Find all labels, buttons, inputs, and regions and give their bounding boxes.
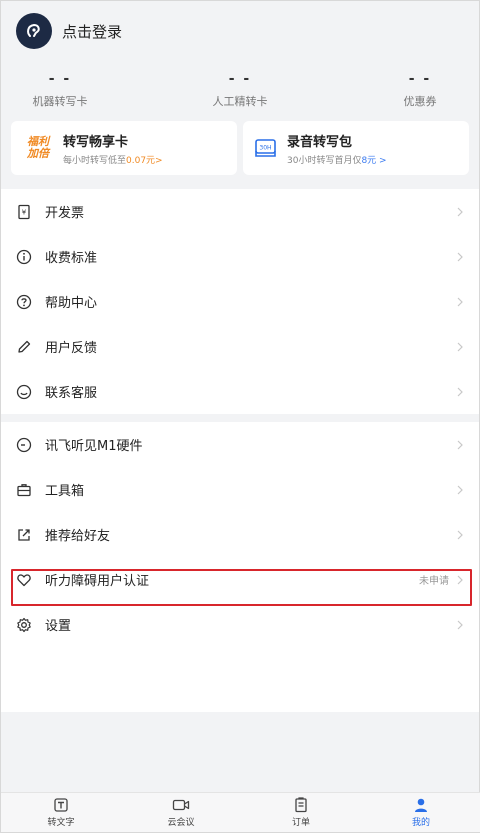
stat-value: - -: [408, 71, 432, 87]
menu-item-pricing[interactable]: 收费标准: [1, 234, 479, 279]
account-stats: - - 机器转写卡 - - 人工精转卡 - - 优惠券: [1, 61, 479, 117]
stat-coupons[interactable]: - - 优惠券: [385, 71, 455, 117]
info-icon: [15, 248, 33, 266]
chevron-right-icon: [457, 387, 463, 396]
card-subtitle: 每小时转写低至0.07元>: [63, 153, 163, 166]
stat-value: - -: [48, 71, 72, 87]
menu-item-recommend[interactable]: 推荐给好友: [1, 512, 479, 557]
customer-service-icon: [15, 383, 33, 401]
menu-item-invoice[interactable]: ¥ 开发票: [1, 189, 479, 234]
chevron-right-icon: [457, 620, 463, 629]
order-icon: [295, 797, 307, 813]
menu-group-services: ¥ 开发票 收费标准 帮助中心 用户反馈 联系客服: [1, 189, 479, 414]
tab-orders[interactable]: 订单: [241, 793, 361, 832]
menu-item-feedback[interactable]: 用户反馈: [1, 324, 479, 369]
chevron-right-icon: [457, 207, 463, 216]
card-title: 录音转写包: [287, 134, 353, 150]
help-icon: [15, 293, 33, 311]
menu-item-label: 讯飞听见M1硬件: [45, 439, 143, 454]
device-icon: [15, 436, 33, 454]
ear-logo-icon: [27, 23, 40, 37]
chevron-right-icon: [457, 342, 463, 351]
menu-item-label: 设置: [45, 619, 72, 634]
invoice-icon: ¥: [15, 203, 33, 221]
chevron-right-icon: [457, 440, 463, 449]
menu-item-label: 工具箱: [45, 484, 85, 499]
tab-label: 云会议: [167, 818, 195, 828]
text-icon: [54, 798, 68, 812]
menu-item-label: 推荐给好友: [45, 529, 111, 544]
chevron-right-icon: [457, 530, 463, 539]
gear-icon: [15, 616, 33, 634]
video-icon: [172, 799, 190, 811]
certification-status: 未申请: [419, 576, 449, 587]
menu-item-hearing-certification[interactable]: 听力障碍用户认证 未申请: [1, 557, 479, 602]
tab-cloud-meeting[interactable]: 云会议: [121, 793, 241, 832]
menu-item-label: 听力障碍用户认证: [45, 574, 150, 589]
badge-line: 加倍: [27, 147, 49, 160]
menu-item-customer-service[interactable]: 联系客服: [1, 369, 479, 414]
card-sub-prefix: 30小时转写首月仅: [287, 155, 362, 166]
chevron-right-icon: [457, 252, 463, 261]
menu-group-more: 讯飞听见M1硬件 工具箱 推荐给好友 听力障碍用户认证 未申请 设置: [1, 422, 479, 712]
login-link[interactable]: 点击登录: [62, 21, 122, 42]
chevron-right-icon: [457, 575, 463, 584]
promo-cards: 福利 加倍 转写畅享卡 每小时转写低至0.07元> 30H 录音转写包 30小时…: [1, 121, 479, 175]
menu-item-label: 帮助中心: [45, 296, 98, 311]
menu-item-help[interactable]: 帮助中心: [1, 279, 479, 324]
stat-label: 人工精转卡: [212, 95, 268, 108]
tab-transcribe[interactable]: 转文字: [1, 793, 121, 832]
card-subtitle: 30小时转写首月仅8元 >: [287, 153, 387, 166]
stat-manual-card[interactable]: - - 人工精转卡: [205, 71, 275, 117]
promo-card-recording-pack[interactable]: 30H 录音转写包 30小时转写首月仅8元 >: [243, 121, 469, 175]
stat-machine-card[interactable]: - - 机器转写卡: [25, 71, 95, 117]
card-sub-price: 0.07元>: [126, 155, 163, 166]
pencil-icon: [15, 338, 33, 356]
card-title: 转写畅享卡: [63, 134, 129, 150]
promo-card-transcribe-card[interactable]: 福利 加倍 转写畅享卡 每小时转写低至0.07元>: [11, 121, 237, 175]
screen-frame: 点击登录 - - 机器转写卡 - - 人工精转卡 - - 优惠券 福利 加倍 转…: [0, 0, 480, 833]
profile-icon: [415, 798, 427, 812]
profile-header[interactable]: 点击登录: [1, 1, 479, 61]
bottom-tab-bar: 转文字 云会议 订单 我的: [1, 792, 480, 832]
menu-item-label: 开发票: [45, 206, 85, 221]
menu-item-settings[interactable]: 设置: [1, 602, 479, 647]
menu-item-label: 用户反馈: [45, 341, 98, 356]
tab-label: 订单: [291, 818, 310, 828]
tab-label: 转文字: [47, 818, 75, 828]
avatar[interactable]: [16, 13, 52, 49]
tab-label: 我的: [411, 818, 430, 828]
menu-item-label: 联系客服: [45, 386, 98, 401]
welfare-badge: 福利 加倍: [21, 134, 55, 162]
card-sub-price: 8元 >: [361, 155, 387, 166]
svg-text:¥: ¥: [22, 208, 27, 216]
menu-item-m1-hardware[interactable]: 讯飞听见M1硬件: [1, 422, 479, 467]
stat-value: - -: [228, 71, 252, 87]
share-icon: [15, 526, 33, 544]
heart-icon: [15, 571, 33, 589]
menu-item-label: 收费标准: [45, 251, 98, 266]
stat-label: 优惠券: [403, 95, 437, 108]
card-sub-prefix: 每小时转写低至: [63, 155, 127, 166]
toolbox-icon: [15, 481, 33, 499]
menu-item-toolbox[interactable]: 工具箱: [1, 467, 479, 512]
chevron-right-icon: [457, 485, 463, 494]
recording-pack-icon: 30H: [255, 139, 276, 157]
stat-label: 机器转写卡: [32, 95, 88, 108]
recording-pack-icon-text: 30H: [259, 145, 271, 152]
chevron-right-icon: [457, 297, 463, 306]
tab-mine[interactable]: 我的: [361, 793, 480, 832]
